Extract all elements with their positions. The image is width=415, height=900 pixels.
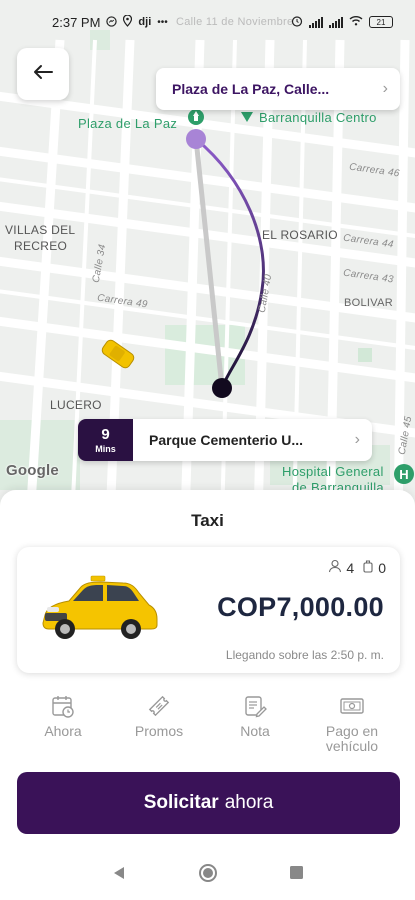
map-label-barranquilla-centro: Barranquilla Centro [259,110,377,125]
eta-badge: 9 Mins [78,419,133,461]
status-time: 2:37 PM [52,14,101,30]
map-label-villas-line1: VILLAS DEL [5,223,76,237]
destination-name: Parque Cementerio U... [149,432,304,448]
location-icon [123,13,133,30]
origin-dot [186,129,206,149]
request-now-button[interactable]: Solicitar ahora [17,772,400,834]
person-icon [328,559,342,576]
request-button-rest: ahora [224,792,274,813]
option-pago-label-line2: vehículo [325,738,379,754]
google-logo: Google [6,462,59,479]
origin-name: Plaza de La Paz, Calle... [172,81,330,97]
destination-pill[interactable]: 9 Mins Parque Cementerio U... › [78,419,372,461]
chevron-right-icon: › [354,431,360,448]
service-card[interactable]: 4 0 COP7,000.00 Llegando sobre las 2:50 … [17,547,400,673]
option-pago-en-vehiculo[interactable]: Pago en vehículo [307,692,397,754]
option-pago-label-line1: Pago en [325,723,379,739]
bottom-sheet: Taxi 4 0 COP7,000.00 Llegando sobre las … [0,490,415,900]
option-ahora-label: Ahora [44,723,82,739]
back-button[interactable] [17,48,69,100]
messenger-icon [106,15,118,30]
option-promos[interactable]: Promos [114,692,204,739]
option-promos-label: Promos [134,723,184,739]
map-label-plaza: Plaza de La Paz [78,116,178,131]
option-ahora[interactable]: Ahora [18,692,108,739]
nav-back-icon[interactable] [112,866,126,885]
eta-unit: Mins [95,443,116,454]
chevron-right-icon: › [382,80,388,97]
nav-recents-icon[interactable] [290,866,303,884]
map-label-hospital-line1: Hospital General [282,464,384,479]
status-bar: 2:37 PM dji ••• 21 [0,0,415,44]
android-nav-bar [0,850,415,900]
map-label-el-rosario: EL ROSARIO [262,228,338,242]
back-arrow-icon [33,64,53,85]
destination-dot [212,378,232,398]
request-button-bold: Solicitar [143,792,219,813]
arrival-time: Llegando sobre las 2:50 p. m. [225,648,384,662]
dji-icon: dji [138,16,152,28]
capacity-info: 4 0 [328,559,386,576]
eta-value: 9 [101,425,110,443]
signal-icon [329,16,343,28]
more-icon: ••• [157,16,168,28]
passenger-count: 4 [346,559,355,576]
origin-pill[interactable]: Plaza de La Paz, Calle... › [156,68,400,110]
battery-icon: 21 [369,16,393,28]
nav-home-icon[interactable] [198,863,218,888]
note-edit-icon [241,692,269,720]
fare-price: COP7,000.00 [217,592,384,622]
taxi-car-icon [42,575,158,639]
wifi-icon [349,15,363,29]
svg-text:H: H [399,467,408,482]
signal-icon [309,16,323,28]
map-label-lucero: LUCERO [50,398,102,412]
option-nota[interactable]: Nota [210,692,300,739]
option-pago-label: Pago en vehículo [326,724,378,754]
map-label-villas-line2: RECREO [14,239,68,253]
alarm-icon [291,15,303,30]
calendar-clock-icon [49,692,77,720]
landmark-marker-icon [241,112,253,122]
sheet-title: Taxi [191,511,224,530]
luggage-count: 0 [378,559,386,576]
ticket-icon [145,692,173,720]
luggage-icon [362,559,374,576]
map-label-bolivar: BOLIVAR [344,297,393,309]
option-nota-label: Nota [240,723,270,739]
cash-icon [338,692,366,720]
